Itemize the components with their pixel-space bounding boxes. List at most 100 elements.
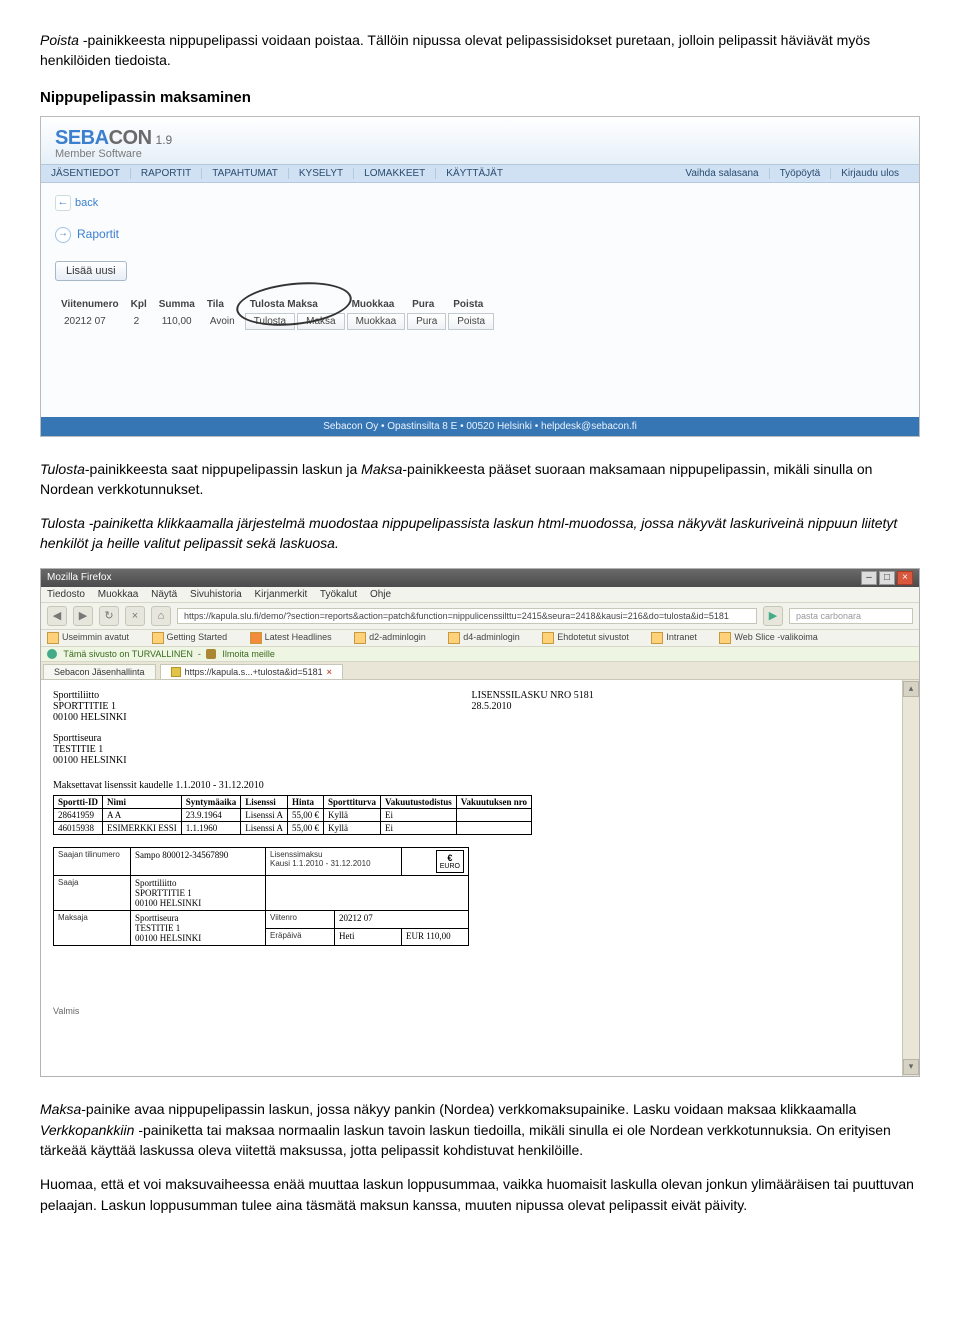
val-saaja: Sporttiliitto SPORTTITIE 1 00100 HELSINK… <box>131 876 266 911</box>
invoice-title-block: LISENSSILASKU NRO 5181 28.5.2010 <box>472 690 891 723</box>
poista-button[interactable]: Poista <box>448 313 494 330</box>
bm-useimmin[interactable]: Useimmin avatut <box>47 632 139 642</box>
maximize-button[interactable]: □ <box>879 571 895 585</box>
reload-icon[interactable]: ↻ <box>99 606 119 626</box>
heading-maksaminen: Nippupelipassin maksaminen <box>40 89 920 106</box>
scroll-down-icon[interactable]: ▾ <box>903 1059 919 1075</box>
back-link[interactable]: ←back <box>55 195 905 211</box>
lbl-maksaja: Maksaja <box>54 911 131 946</box>
menu-raportit[interactable]: RAPORTIT <box>130 168 201 179</box>
tab-close-icon[interactable]: × <box>327 667 332 677</box>
bm-latest[interactable]: Latest Headlines <box>250 632 342 642</box>
page-icon <box>651 632 663 644</box>
nav-forward-icon[interactable]: ▶ <box>73 606 93 626</box>
menu-kayttajat[interactable]: KÄYTTÄJÄT <box>435 168 513 179</box>
browser-menubar: Tiedosto Muokkaa Näytä Sivuhistoria Kirj… <box>41 587 919 603</box>
menu-kirjanmerkit[interactable]: Kirjanmerkit <box>255 589 308 600</box>
bm-d2[interactable]: d2-adminlogin <box>354 632 436 642</box>
stop-icon[interactable]: × <box>125 606 145 626</box>
scroll-up-icon[interactable]: ▴ <box>903 681 919 697</box>
lbl-erapaiva: Eräpäivä <box>266 928 335 946</box>
intro-italic: Poista <box>40 32 83 48</box>
lisaa-uusi-button[interactable]: Lisää uusi <box>55 261 127 281</box>
lbl-saaja: Saaja <box>54 876 131 911</box>
minimize-button[interactable]: – <box>861 571 877 585</box>
go-icon[interactable]: ▶ <box>763 606 783 626</box>
bm-intranet[interactable]: Intranet <box>651 632 707 642</box>
table-row: 28641959 A A 23.9.1964 Lisenssi A 55,00 … <box>54 809 532 822</box>
col-lisenssi: Lisenssi <box>241 796 288 809</box>
brand-version: 1.9 <box>156 133 173 147</box>
window-titlebar: Mozilla Firefox – □ × <box>41 569 919 587</box>
sebacon-body: ←back →Raportit Lisää uusi Viitenumero K… <box>41 183 919 417</box>
menu-kirjaudu[interactable]: Kirjaudu ulos <box>830 168 909 179</box>
folder-icon <box>719 632 731 644</box>
panel-title-text: Raportit <box>77 227 119 241</box>
tab-sebacon[interactable]: Sebacon Jäsenhallinta <box>43 664 156 679</box>
close-button[interactable]: × <box>897 571 913 585</box>
brand-subtitle: Member Software <box>55 148 905 160</box>
window-title: Mozilla Firefox <box>47 572 111 583</box>
bookmark-bar: Useimmin avatut Getting Started Latest H… <box>41 630 919 647</box>
maksa-button[interactable]: Maksa <box>297 313 344 330</box>
address-bar[interactable]: https://kapula.slu.fi/demo/?section=repo… <box>177 608 757 624</box>
rss-icon <box>250 632 262 644</box>
col-synt: Syntymäaika <box>181 796 241 809</box>
menu-tyopoyta[interactable]: Työpöytä <box>769 168 831 179</box>
page-icon <box>152 632 164 644</box>
menu-vaihdasalasana[interactable]: Vaihda salasana <box>685 168 768 179</box>
bm-webslice[interactable]: Web Slice -valikoima <box>719 632 827 642</box>
intro-rest: -painikkeesta nippupelipassi voidaan poi… <box>40 32 870 68</box>
sender-l2: SPORTTITIE 1 <box>53 701 472 712</box>
menu-ohje[interactable]: Ohje <box>370 589 391 600</box>
bm-gettingstarted[interactable]: Getting Started <box>152 632 238 642</box>
col-sporttiturva: Sporttiturva <box>324 796 381 809</box>
col-sporttiid: Sportti-ID <box>54 796 103 809</box>
val-viite: 20212 07 <box>335 911 469 929</box>
home-icon[interactable]: ⌂ <box>151 606 171 626</box>
val-saajantili: Sampo 800012-34567890 <box>131 848 266 876</box>
browser-toolbar: ◀ ▶ ↻ × ⌂ https://kapula.slu.fi/demo/?se… <box>41 603 919 630</box>
nav-back-icon[interactable]: ◀ <box>47 606 67 626</box>
col-tila: Tila <box>201 297 244 312</box>
val-erapaiva: Heti <box>335 928 402 946</box>
col-vakuutusnro: Vakuutuksen nro <box>456 796 531 809</box>
para-tulosta-desc: Tulosta -painiketta klikkaamalla järjest… <box>40 513 920 554</box>
val-maksaja: Sporttiseura TESTITIE 1 00100 HELSINKI <box>131 911 266 946</box>
menu-nayta[interactable]: Näytä <box>151 589 177 600</box>
sebacon-header: SEBACON1.9 Member Software <box>41 117 919 164</box>
para2-mid1: -painikkeesta saat nippupelipassin lasku… <box>85 461 361 477</box>
brand-part1: SEBA <box>55 127 109 149</box>
menu-kyselyt[interactable]: KYSELYT <box>288 168 353 179</box>
status-left: Tämä sivusto on TURVALLINEN <box>63 649 193 659</box>
menu-sivuhistoria[interactable]: Sivuhistoria <box>190 589 242 600</box>
sender-l1: Sporttiliitto <box>53 690 472 701</box>
col-viitenumero: Viitenumero <box>55 297 125 312</box>
col-summa: Summa <box>153 297 201 312</box>
menu-tyokalut[interactable]: Työkalut <box>320 589 357 600</box>
col-nimi: Nimi <box>103 796 182 809</box>
menu-tapahtumat[interactable]: TAPAHTUMAT <box>201 168 288 179</box>
col-vakuutustod: Vakuutustodistus <box>381 796 457 809</box>
col-maksa: Maksa <box>287 299 318 310</box>
invoice-lines-table: Sportti-ID Nimi Syntymäaika Lisenssi Hin… <box>53 795 532 835</box>
sebacon-menubar: JÄSENTIEDOT RAPORTIT TAPAHTUMAT KYSELYT … <box>41 164 919 183</box>
security-status-bar: Tämä sivusto on TURVALLINEN - Ilmoita me… <box>41 647 919 663</box>
invoice-document: Sporttiliitto SPORTTITIE 1 00100 HELSINK… <box>41 680 902 1076</box>
bm-ehdotetut[interactable]: Ehdotetut sivustot <box>542 632 639 642</box>
lock-icon <box>171 667 181 677</box>
menu-jasentiedot[interactable]: JÄSENTIEDOT <box>51 168 130 179</box>
report-icon <box>206 649 216 659</box>
bm-d4[interactable]: d4-adminlogin <box>448 632 530 642</box>
menu-muokkaa[interactable]: Muokkaa <box>98 589 139 600</box>
status-right[interactable]: Ilmoita meille <box>222 649 275 659</box>
muokkaa-button[interactable]: Muokkaa <box>347 313 406 330</box>
menu-tiedosto[interactable]: Tiedosto <box>47 589 85 600</box>
search-box[interactable]: pasta carbonara <box>789 608 913 624</box>
scrollbar[interactable]: ▴ ▾ <box>902 680 919 1076</box>
tab-invoice[interactable]: https://kapula.s...+tulosta&id=5181 × <box>160 664 343 679</box>
sebacon-footer: Sebacon Oy • Opastinsilta 8 E • 00520 He… <box>41 417 919 436</box>
pura-button[interactable]: Pura <box>407 313 446 330</box>
menu-lomakkeet[interactable]: LOMAKKEET <box>353 168 435 179</box>
tulosta-button[interactable]: Tulosta <box>245 313 295 330</box>
